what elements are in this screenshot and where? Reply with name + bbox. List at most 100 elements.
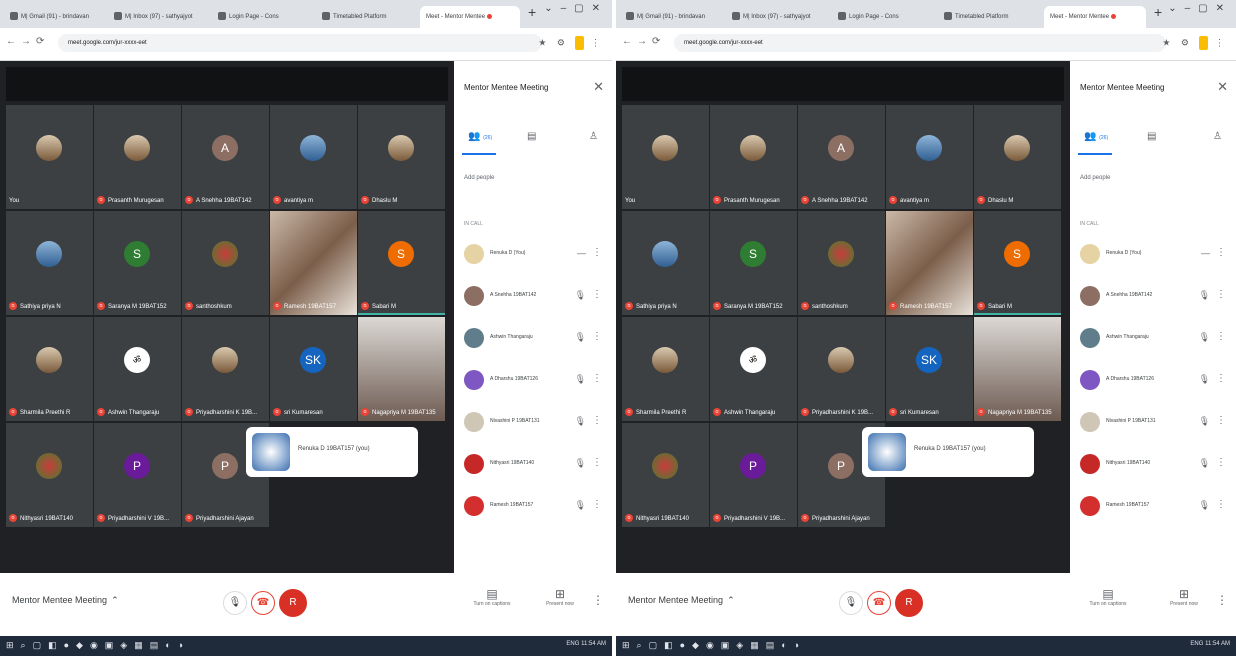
mic-icon[interactable]: 🎙 <box>1199 416 1210 427</box>
participant-row[interactable]: Ashwin Thangaraju 🎙 ⋮ <box>1070 323 1236 355</box>
chat-icon[interactable]: ▤ <box>527 131 536 142</box>
participant-tile[interactable]: ⦸ Nithyasri 19BAT140 <box>6 423 93 527</box>
participant-tile[interactable]: ⦸ avantiya m <box>886 105 973 209</box>
participant-tile[interactable]: SK ⦸ sri Kumaresan <box>270 317 357 421</box>
close-icon[interactable]: ✕ <box>593 79 604 95</box>
participant-tile[interactable]: ⦸ Nithyasri 19BAT140 <box>622 423 709 527</box>
more-options-icon[interactable]: ⋮ <box>1216 457 1226 468</box>
meeting-details-button[interactable]: Mentor Mentee Meeting ⌃ <box>12 595 119 606</box>
participant-tile[interactable]: ⦸ Sathiya priya N <box>6 211 93 315</box>
mic-button[interactable]: 🎙 <box>223 591 247 615</box>
participant-row[interactable]: Nivashini P 19BAT131 🎙 ⋮ <box>1070 407 1236 439</box>
taskbar-icons[interactable]: ⊞⌕▢◧●◆◉▣◈▦▤◐◑ <box>622 640 806 651</box>
mic-icon[interactable]: 🎙 <box>575 332 586 343</box>
mic-icon[interactable]: — <box>1201 248 1210 258</box>
nav-buttons[interactable]: ←→⟳ <box>622 36 665 47</box>
participant-tile[interactable]: You <box>622 105 709 209</box>
participant-row[interactable]: A Dharshu 19BAT126 🎙 ⋮ <box>1070 365 1236 397</box>
new-tab-icon[interactable]: + <box>1154 4 1162 20</box>
end-call-button[interactable]: ☎ <box>251 591 275 615</box>
self-view-card[interactable]: Renuka D 19BAT157 (you) <box>246 427 418 477</box>
participant-tile[interactable]: ⦸ Priyadharshini K 19B... <box>182 317 269 421</box>
participant-tile[interactable]: S ⦸ Sabari M <box>974 211 1061 315</box>
window-controls[interactable]: ⌄–▢✕ <box>1168 3 1232 14</box>
taskbar-icons[interactable]: ⊞⌕▢◧●◆◉▣◈▦▤◐◑ <box>6 640 190 651</box>
participant-tile[interactable]: ॐ ⦸ Ashwin Thangaraju <box>94 317 181 421</box>
add-people-button[interactable]: Add people <box>464 175 494 181</box>
system-tray[interactable]: ENG 11:54 AM <box>566 641 606 647</box>
participant-tile[interactable]: ⦸ santhoshkum <box>798 211 885 315</box>
participant-row[interactable]: Ashwin Thangaraju 🎙 ⋮ <box>454 323 612 355</box>
mic-icon[interactable]: 🎙 <box>1199 500 1210 511</box>
participant-row[interactable]: Nithyasri 19BAT140 🎙 ⋮ <box>454 449 612 481</box>
camera-avatar-button[interactable]: R <box>895 589 923 617</box>
participant-tile[interactable]: ⦸ Prasanth Murugesan <box>710 105 797 209</box>
present-button[interactable]: ⊞ Present now <box>538 587 582 607</box>
participant-tile[interactable]: P ⦸ Priyadharshini V 19B... <box>94 423 181 527</box>
more-options-icon[interactable]: ⋮ <box>592 247 602 258</box>
url-input[interactable]: meet.google.com/jur-xxxx-eet <box>674 34 1166 52</box>
extensions-icon[interactable]: ★ ⚙ ⋮ <box>538 36 604 50</box>
participant-tile[interactable]: P ⦸ Priyadharshini V 19B... <box>710 423 797 527</box>
add-people-button[interactable]: Add people <box>1080 175 1110 181</box>
more-options-icon[interactable]: ⋮ <box>1216 373 1226 384</box>
window-controls[interactable]: ⌄–▢✕ <box>544 3 608 14</box>
nav-buttons[interactable]: ←→⟳ <box>6 36 49 47</box>
participant-tile[interactable]: ⦸ Sharmila Preethi R <box>6 317 93 421</box>
participant-row[interactable]: Nithyasri 19BAT140 🎙 ⋮ <box>1070 449 1236 481</box>
meeting-details-button[interactable]: Mentor Mentee Meeting ⌃ <box>628 595 735 606</box>
more-options-icon[interactable]: ⋮ <box>1216 331 1226 342</box>
more-options-icon[interactable]: ⋮ <box>1216 499 1226 510</box>
mic-button[interactable]: 🎙 <box>839 591 863 615</box>
close-icon[interactable]: ✕ <box>1217 79 1228 95</box>
participant-tile[interactable]: ⦸ Ramesh 19BAT157 <box>270 211 357 315</box>
participant-tile[interactable]: ⦸ avantiya m <box>270 105 357 209</box>
participant-tile[interactable]: ⦸ santhoshkum <box>182 211 269 315</box>
participant-tile[interactable]: ⦸ Nagapriya M 19BAT135 <box>974 317 1061 421</box>
mic-icon[interactable]: 🎙 <box>1199 332 1210 343</box>
present-button[interactable]: ⊞ Present now <box>1162 587 1206 607</box>
mic-icon[interactable]: — <box>577 248 586 258</box>
participant-tile[interactable]: SK ⦸ sri Kumaresan <box>886 317 973 421</box>
activities-icon[interactable]: ♙ <box>1213 131 1222 142</box>
participant-row[interactable]: A Snehha 19BAT142 🎙 ⋮ <box>454 281 612 313</box>
more-options-icon[interactable]: ⋮ <box>592 593 604 607</box>
participant-row[interactable]: A Dharshu 19BAT126 🎙 ⋮ <box>454 365 612 397</box>
browser-tab[interactable]: Login Page - Cons <box>832 6 934 28</box>
captions-button[interactable]: ▤ Turn on captions <box>470 587 514 607</box>
more-options-icon[interactable]: ⋮ <box>592 373 602 384</box>
activities-icon[interactable]: ♙ <box>589 131 598 142</box>
new-tab-icon[interactable]: + <box>528 4 536 20</box>
browser-tab[interactable]: Timetabled Platform <box>316 6 416 28</box>
participant-tile[interactable]: S ⦸ Sabari M <box>358 211 445 315</box>
participant-row[interactable]: Renuka D (You) — ⋮ <box>454 239 612 271</box>
captions-button[interactable]: ▤ Turn on captions <box>1086 587 1130 607</box>
system-tray[interactable]: ENG 11:54 AM <box>1190 641 1230 647</box>
browser-tab[interactable]: M| Gmail (91) - brindavan <box>620 6 722 28</box>
browser-tab[interactable]: Timetabled Platform <box>938 6 1040 28</box>
more-options-icon[interactable]: ⋮ <box>1216 289 1226 300</box>
more-options-icon[interactable]: ⋮ <box>592 331 602 342</box>
browser-tab[interactable]: Meet - Mentor Mentee <box>1044 6 1146 28</box>
participant-tile[interactable]: ⦸ Priyadharshini K 19B... <box>798 317 885 421</box>
participant-row[interactable]: Ramesh 19BAT157 🎙 ⋮ <box>1070 491 1236 523</box>
participant-row[interactable]: Nivashini P 19BAT131 🎙 ⋮ <box>454 407 612 439</box>
participant-tile[interactable]: S ⦸ Saranya M 19BAT152 <box>94 211 181 315</box>
end-call-button[interactable]: ☎ <box>867 591 891 615</box>
more-options-icon[interactable]: ⋮ <box>592 415 602 426</box>
tab-people[interactable]: 👥 (26) <box>468 131 492 142</box>
participant-row[interactable]: A Snehha 19BAT142 🎙 ⋮ <box>1070 281 1236 313</box>
more-options-icon[interactable]: ⋮ <box>1216 415 1226 426</box>
participant-tile[interactable]: ⦸ Sathiya priya N <box>622 211 709 315</box>
participant-tile[interactable]: ⦸ Dhaslu M <box>974 105 1061 209</box>
extensions-icon[interactable]: ★ ⚙ ⋮ <box>1162 36 1228 50</box>
mic-icon[interactable]: 🎙 <box>575 500 586 511</box>
more-options-icon[interactable]: ⋮ <box>592 457 602 468</box>
browser-tab[interactable]: Meet - Mentor Mentee <box>420 6 520 28</box>
browser-tab[interactable]: Login Page - Cons <box>212 6 312 28</box>
mic-icon[interactable]: 🎙 <box>575 416 586 427</box>
mic-icon[interactable]: 🎙 <box>1199 374 1210 385</box>
self-view-card[interactable]: Renuka D 19BAT157 (you) <box>862 427 1034 477</box>
mic-icon[interactable]: 🎙 <box>575 374 586 385</box>
browser-tab[interactable]: M| Gmail (91) - brindavan <box>4 6 104 28</box>
